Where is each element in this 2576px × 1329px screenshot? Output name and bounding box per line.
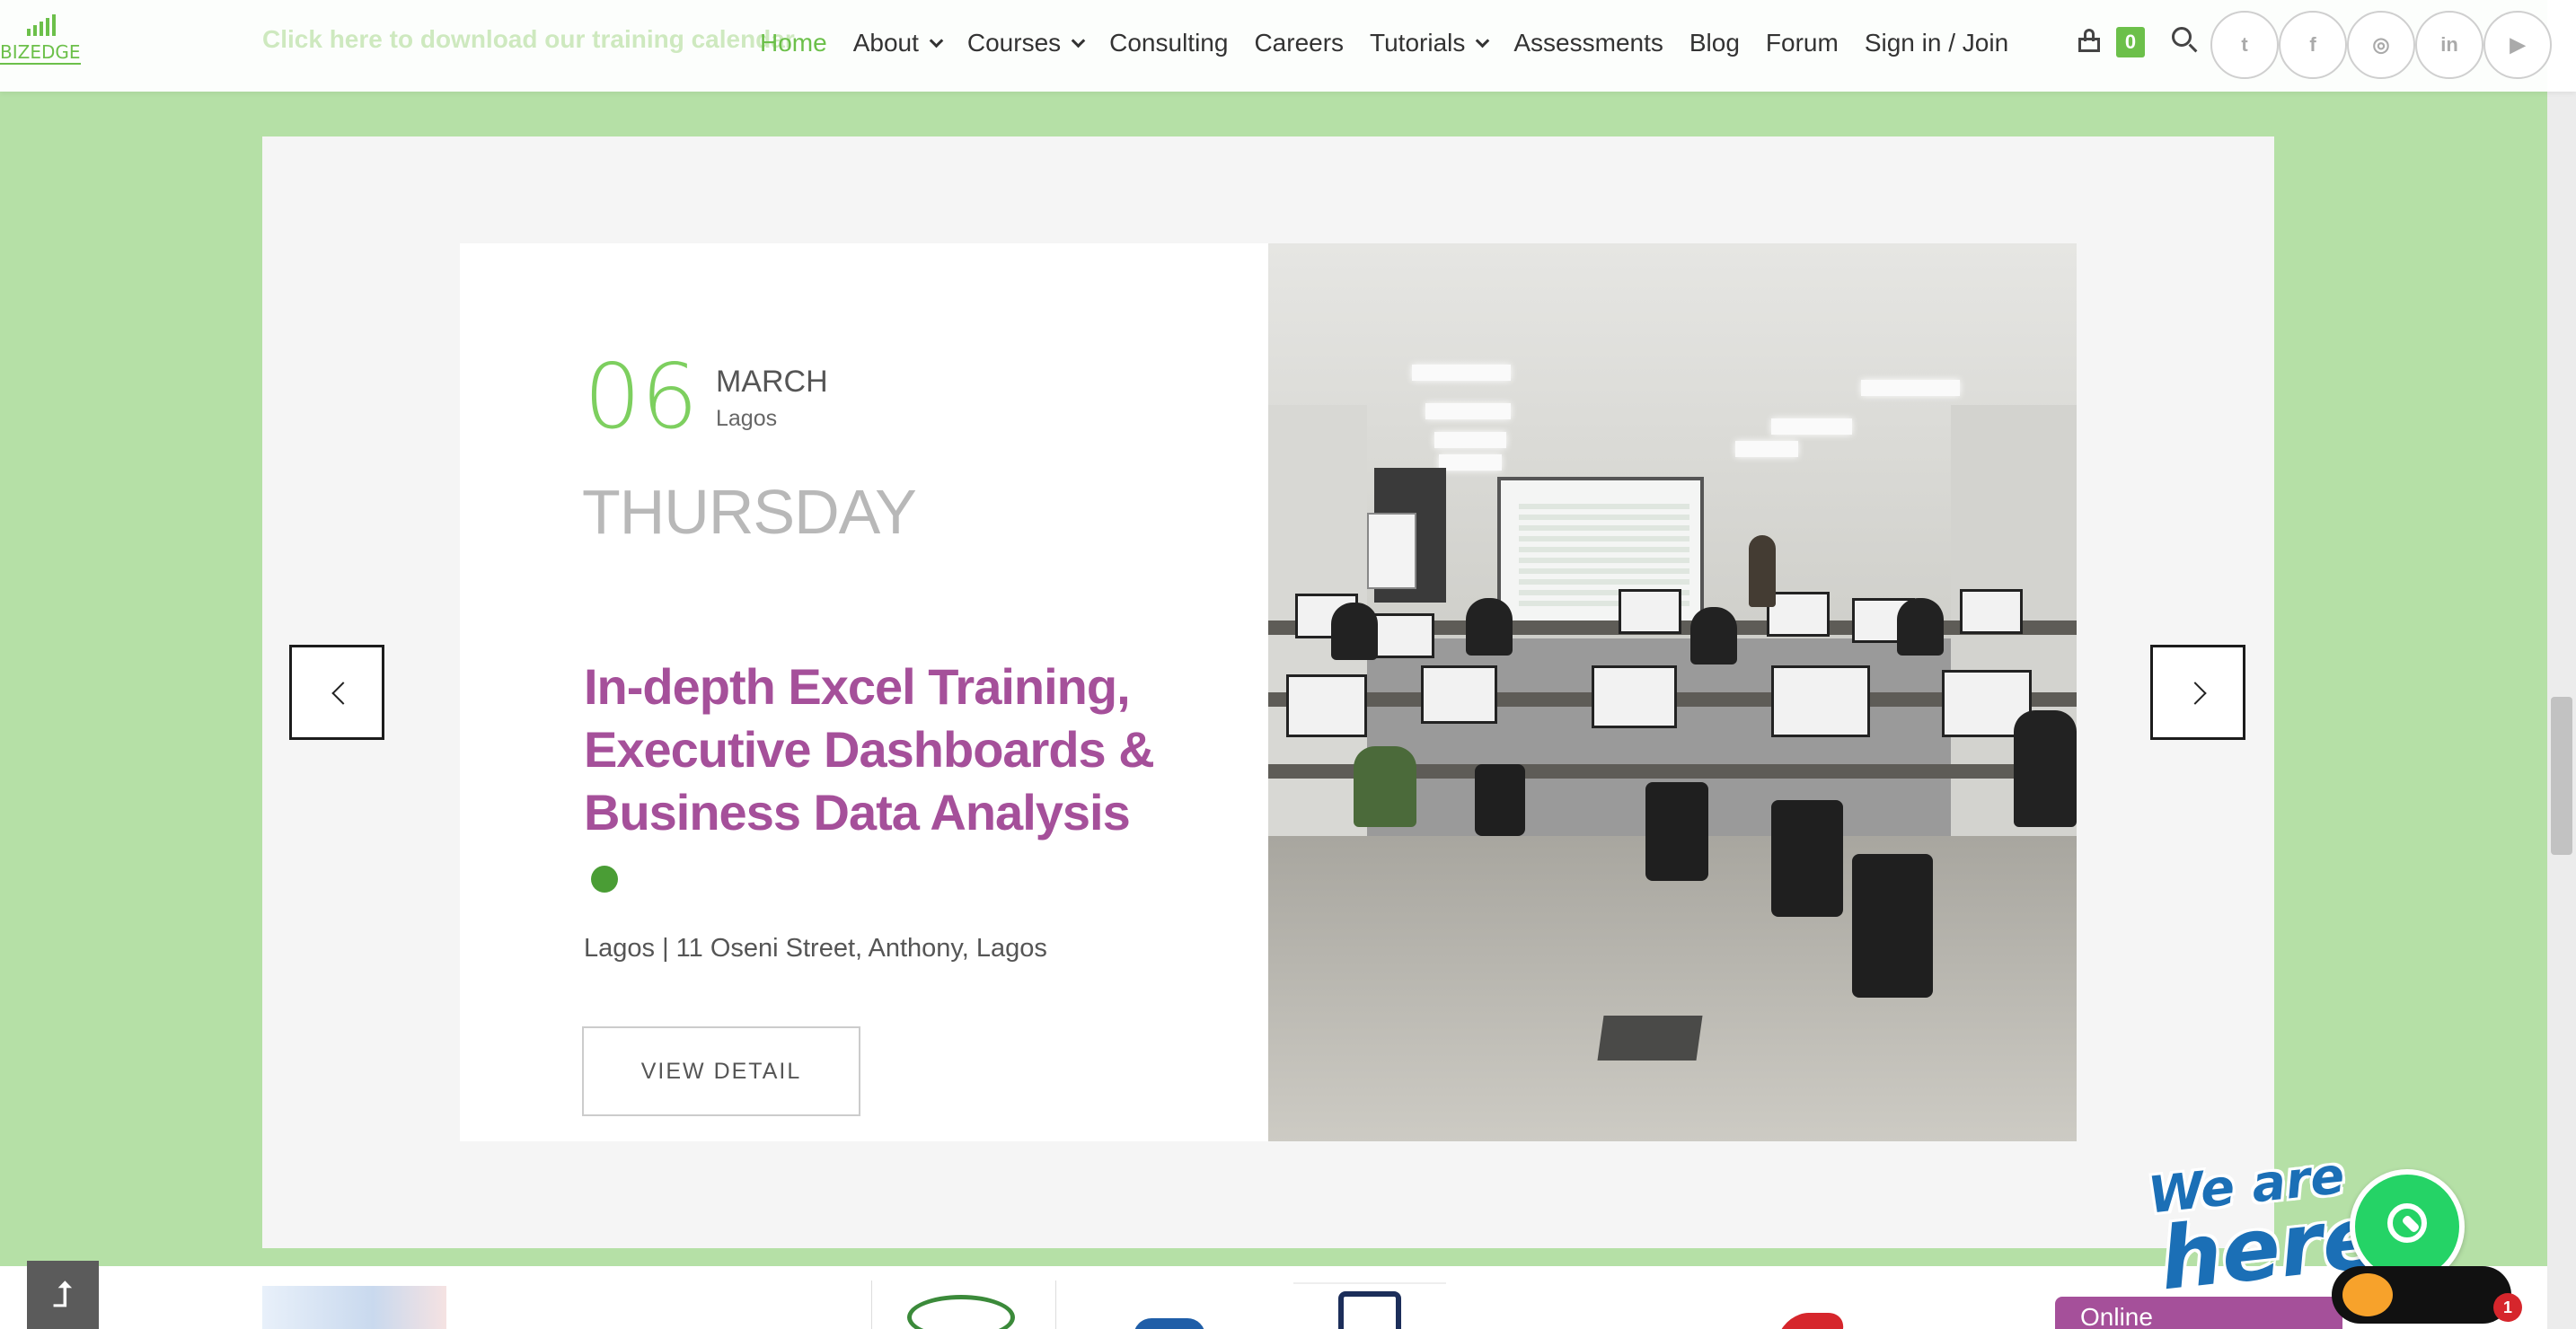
event-month: MARCH bbox=[716, 365, 828, 399]
toggle-knob bbox=[2342, 1273, 2393, 1316]
partner-logo bbox=[1778, 1313, 1850, 1329]
carousel-prev-button[interactable] bbox=[289, 645, 384, 740]
chevron-left-icon bbox=[331, 682, 355, 705]
youtube-icon[interactable]: ▶ bbox=[2483, 11, 2552, 79]
facebook-icon[interactable]: f bbox=[2279, 11, 2347, 79]
nav-item-careers[interactable]: Careers bbox=[1254, 29, 1344, 57]
event-weekday: THURSDAY bbox=[582, 477, 917, 547]
nav-item-label: Blog bbox=[1689, 29, 1740, 57]
nav-item-courses[interactable]: Courses bbox=[966, 29, 1086, 57]
cart-button[interactable]: 0 bbox=[2078, 27, 2145, 59]
site-header: Click here to download our training cale… bbox=[0, 0, 2576, 92]
logo-wordmark: BIZEDGE bbox=[0, 41, 81, 65]
logo-bars bbox=[27, 14, 56, 36]
search-icon[interactable] bbox=[2172, 27, 2199, 54]
partner-logo bbox=[871, 1281, 872, 1329]
event-city: Lagos bbox=[716, 406, 778, 431]
chevron-down-icon bbox=[1476, 33, 1490, 48]
status-dot-icon bbox=[591, 866, 618, 893]
nav-item-label: Assessments bbox=[1513, 29, 1663, 57]
theme-toggle[interactable] bbox=[2332, 1266, 2511, 1324]
chevron-down-icon bbox=[929, 33, 944, 48]
page-scrollbar[interactable] bbox=[2547, 0, 2576, 1329]
view-detail-button[interactable]: VIEW DETAIL bbox=[582, 1026, 860, 1116]
event-day: 06 bbox=[584, 344, 699, 449]
linkedin-icon[interactable]: in bbox=[2415, 11, 2483, 79]
online-chat-tab[interactable]: Online bbox=[2055, 1297, 2342, 1329]
calendar-download-link[interactable]: Click here to download our training cale… bbox=[262, 25, 795, 54]
partner-logo bbox=[907, 1295, 1015, 1329]
nav-item-forum[interactable]: Forum bbox=[1766, 29, 1839, 57]
nav-item-label: About bbox=[852, 29, 919, 57]
cart-count-badge: 0 bbox=[2116, 27, 2145, 57]
nav-item-sign-in-join[interactable]: Sign in / Join bbox=[1865, 29, 2008, 57]
nav-item-label: Courses bbox=[966, 29, 1062, 57]
partner-logo bbox=[1134, 1318, 1205, 1329]
carousel-next-button[interactable] bbox=[2150, 645, 2245, 740]
nav-item-label: Home bbox=[760, 29, 827, 57]
main-nav: Home About Courses Consulting Careers Tutoria… bbox=[760, 0, 2034, 86]
partner-logo bbox=[1293, 1282, 1446, 1284]
nav-item-consulting[interactable]: Consulting bbox=[1109, 29, 1228, 57]
nav-item-assessments[interactable]: Assessments bbox=[1513, 29, 1663, 57]
event-title-text[interactable]: In-depth Excel Training, Executive Dashb… bbox=[584, 658, 1155, 841]
scrollbar-thumb[interactable] bbox=[2551, 697, 2572, 855]
notification-badge: 1 bbox=[2493, 1293, 2522, 1322]
event-title[interactable]: In-depth Excel Training, Executive Dashb… bbox=[584, 656, 1159, 907]
nav-item-home[interactable]: Home bbox=[760, 29, 827, 57]
back-to-top-button[interactable]: ⮥ bbox=[27, 1261, 99, 1329]
nav-item-about[interactable]: About bbox=[852, 29, 944, 57]
cart-icon bbox=[2078, 29, 2100, 52]
partner-logo bbox=[1055, 1281, 1056, 1329]
site-logo[interactable]: BIZEDGE bbox=[0, 14, 83, 74]
partner-logo bbox=[1338, 1291, 1401, 1329]
nav-item-blog[interactable]: Blog bbox=[1689, 29, 1740, 57]
nav-item-label: Consulting bbox=[1109, 29, 1229, 57]
nav-item-label: Careers bbox=[1254, 29, 1345, 57]
training-room-photo bbox=[1268, 243, 2077, 1141]
twitter-icon[interactable]: t bbox=[2210, 11, 2279, 79]
instagram-icon[interactable]: ◎ bbox=[2347, 11, 2415, 79]
event-address: Lagos | 11 Oseni Street, Anthony, Lagos bbox=[584, 934, 1047, 963]
nav-item-label: Forum bbox=[1765, 29, 1839, 57]
partner-logo bbox=[262, 1286, 446, 1329]
chevron-down-icon bbox=[1071, 33, 1086, 48]
chevron-right-icon bbox=[2183, 682, 2207, 705]
nav-item-tutorials[interactable]: Tutorials bbox=[1370, 29, 1490, 57]
nav-item-label: Sign in / Join bbox=[1864, 29, 2009, 57]
nav-item-label: Tutorials bbox=[1370, 29, 1466, 57]
